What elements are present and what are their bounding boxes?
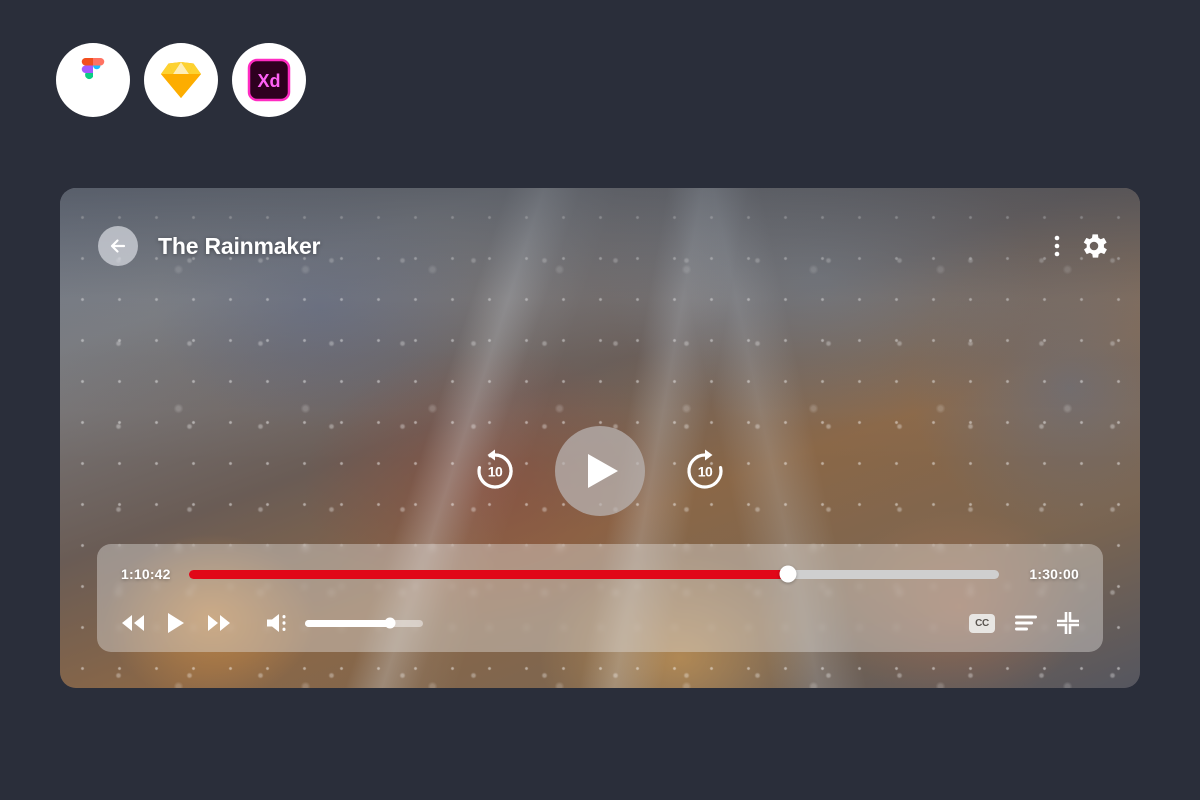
fullscreen-exit-button[interactable] bbox=[1057, 612, 1079, 634]
right-buttons: CC bbox=[969, 612, 1079, 634]
volume-thumb[interactable] bbox=[384, 617, 396, 629]
progress-thumb[interactable] bbox=[779, 565, 797, 583]
center-playback-controls: 10 10 bbox=[60, 426, 1140, 516]
rewind-previous-icon bbox=[122, 615, 144, 631]
fast-forward-next-icon bbox=[208, 615, 230, 631]
adobe-xd-badge[interactable]: Xd bbox=[232, 43, 306, 117]
left-buttons bbox=[121, 611, 423, 635]
volume-button[interactable] bbox=[265, 611, 291, 635]
volume-fill bbox=[305, 619, 390, 627]
svg-text:Xd: Xd bbox=[257, 71, 280, 91]
arrow-left-icon bbox=[110, 239, 126, 253]
header-actions bbox=[1054, 230, 1110, 262]
forward-10-button[interactable]: 10 bbox=[681, 447, 729, 495]
total-time-label: 1:30:00 bbox=[1029, 566, 1079, 582]
figma-badge[interactable] bbox=[56, 43, 130, 117]
current-time-label: 1:10:42 bbox=[121, 566, 171, 582]
volume-icon bbox=[267, 614, 286, 632]
playlist-button[interactable] bbox=[1015, 615, 1037, 631]
fullscreen-exit-icon bbox=[1057, 612, 1079, 634]
player-control-bar: 1:10:42 1:30:00 CC bbox=[97, 544, 1103, 652]
sketch-badge[interactable] bbox=[144, 43, 218, 117]
figma-icon bbox=[81, 58, 105, 80]
progress-fill bbox=[188, 569, 789, 579]
more-options-button[interactable] bbox=[1054, 234, 1060, 258]
gear-icon bbox=[1083, 234, 1107, 258]
volume-slider[interactable] bbox=[305, 617, 423, 629]
closed-captions-button[interactable]: CC bbox=[969, 613, 995, 633]
video-title: The Rainmaker bbox=[158, 232, 321, 259]
design-tool-badges: Xd bbox=[56, 43, 306, 117]
rewind-10-icon bbox=[477, 449, 513, 489]
volume-group bbox=[265, 611, 423, 635]
forward-10-icon bbox=[687, 449, 723, 489]
rewind-10-button[interactable]: 10 bbox=[471, 447, 519, 495]
play-icon bbox=[168, 613, 184, 633]
progress-slider[interactable] bbox=[188, 565, 999, 583]
adobe-xd-icon: Xd bbox=[247, 58, 291, 102]
sketch-icon bbox=[161, 62, 201, 98]
big-play-button[interactable] bbox=[555, 426, 645, 516]
settings-button[interactable] bbox=[1078, 230, 1110, 262]
play-icon bbox=[588, 454, 618, 488]
buttons-row: CC bbox=[121, 606, 1079, 640]
next-button[interactable] bbox=[207, 614, 231, 632]
play-button[interactable] bbox=[167, 612, 185, 634]
player-header: The Rainmaker bbox=[60, 188, 1140, 304]
video-player: The Rainmaker 10 10 1:10:42 1:30:00 CC bbox=[60, 188, 1140, 688]
more-vertical-icon bbox=[1054, 235, 1060, 257]
playlist-icon bbox=[1015, 615, 1037, 631]
back-button[interactable] bbox=[98, 226, 138, 266]
previous-button[interactable] bbox=[121, 614, 145, 632]
progress-row: 1:10:42 1:30:00 bbox=[121, 560, 1079, 588]
